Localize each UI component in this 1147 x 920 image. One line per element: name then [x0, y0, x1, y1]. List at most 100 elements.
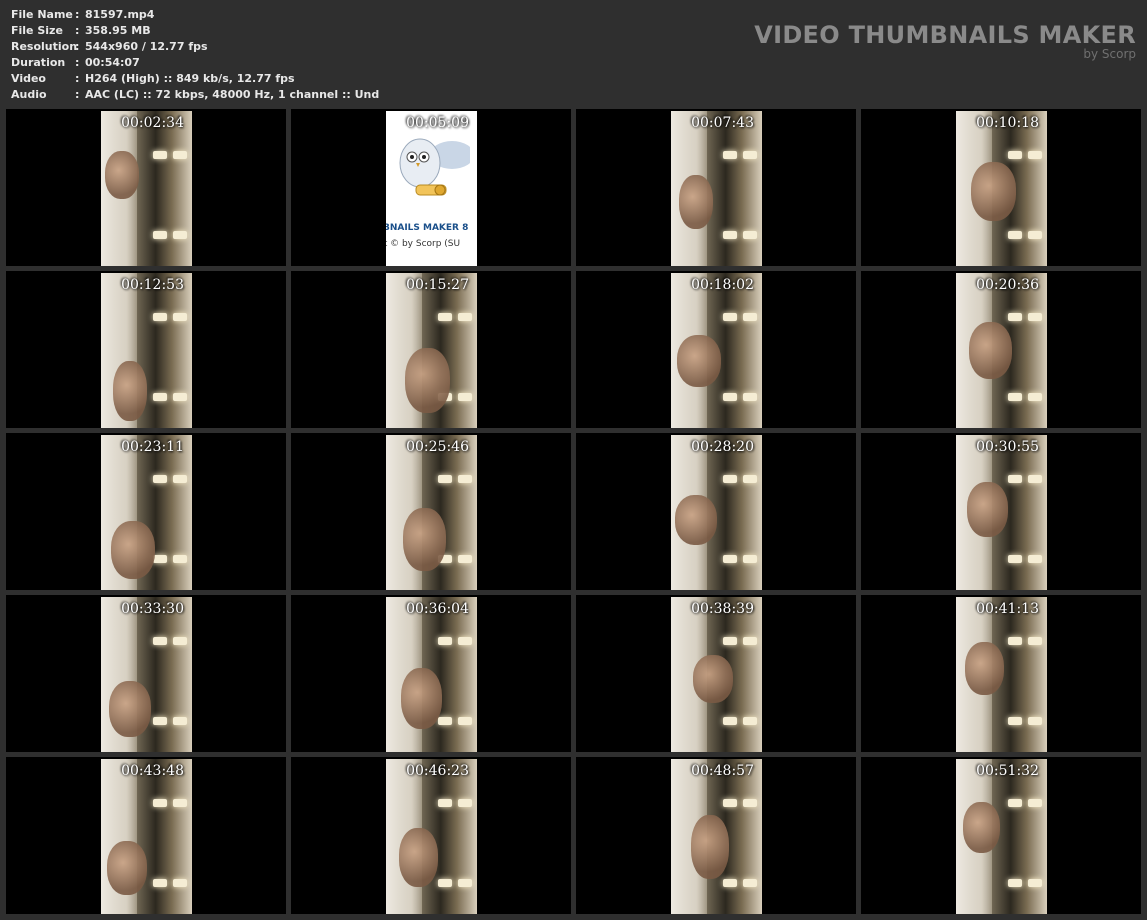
- frame-light: [458, 879, 472, 887]
- frame-light: [458, 637, 472, 645]
- timestamp-label: 00:25:46: [406, 439, 469, 455]
- frame-figure: [107, 841, 147, 895]
- info-key: Resolution: [11, 40, 78, 53]
- frame-light: [1028, 151, 1042, 159]
- frame-light: [173, 313, 187, 321]
- frame-light: [1008, 475, 1022, 483]
- thumbnail-cell[interactable]: 00:30:55: [861, 433, 1141, 590]
- thumbnail-cell[interactable]: 00:02:34: [6, 109, 286, 266]
- timestamp-label: 00:05:09: [406, 115, 469, 131]
- frame-light: [458, 717, 472, 725]
- info-separator: :: [75, 56, 80, 69]
- frame-light: [1028, 799, 1042, 807]
- frame-light: [723, 151, 737, 159]
- frame-light: [1008, 799, 1022, 807]
- info-row-video: Video : H264 (High) :: 849 kb/s, 12.77 f…: [11, 71, 379, 87]
- frame-light: [458, 799, 472, 807]
- info-row-audio: Audio : AAC (LC) :: 72 kbps, 48000 Hz, 1…: [11, 87, 379, 103]
- info-separator: :: [75, 8, 80, 21]
- thumbnail-cell[interactable]: 00:25:46: [291, 433, 571, 590]
- thumbnail-cell[interactable]: 00:43:48: [6, 757, 286, 914]
- frame-light: [458, 475, 472, 483]
- frame-light: [153, 637, 167, 645]
- thumbnail-cell[interactable]: 00:36:04: [291, 595, 571, 752]
- video-frame-image: 00:48:57: [671, 759, 762, 914]
- frame-light: [438, 799, 452, 807]
- thumbnail-cell[interactable]: 00:41:13: [861, 595, 1141, 752]
- thumbnail-cell[interactable]: 00:46:23: [291, 757, 571, 914]
- frame-light: [438, 475, 452, 483]
- brand-title: VIDEO THUMBNAILS MAKER: [754, 21, 1136, 49]
- frame-light: [173, 151, 187, 159]
- video-frame-image: 00:46:23: [386, 759, 477, 914]
- frame-light: [743, 313, 757, 321]
- thumbnail-cell[interactable]: 00:12:53: [6, 271, 286, 428]
- frame-light: [153, 393, 167, 401]
- thumbnail-cell[interactable]: 00:48:57: [576, 757, 856, 914]
- video-frame-image: 00:20:36: [956, 273, 1047, 428]
- info-separator: :: [75, 24, 80, 37]
- file-info-panel: File Name : 81597.mp4 File Size : 358.95…: [11, 7, 379, 103]
- frame-light: [723, 393, 737, 401]
- thumbnail-cell[interactable]: 00:51:32: [861, 757, 1141, 914]
- thumbnail-cell[interactable]: 00:20:36: [861, 271, 1141, 428]
- thumbnail-cell[interactable]: 00:28:20: [576, 433, 856, 590]
- thumbnail-cell[interactable]: 00:18:02: [576, 271, 856, 428]
- timestamp-label: 00:28:20: [691, 439, 754, 455]
- video-frame-image: 00:23:11: [101, 435, 192, 590]
- frame-light: [1008, 313, 1022, 321]
- video-frame-image: 00:30:55: [956, 435, 1047, 590]
- info-row-file-name: File Name : 81597.mp4: [11, 7, 379, 23]
- timestamp-label: 00:41:13: [976, 601, 1039, 617]
- video-frame-image: 00:07:43: [671, 111, 762, 266]
- video-frame-image: 00:33:30: [101, 597, 192, 752]
- timestamp-label: 00:10:18: [976, 115, 1039, 131]
- frame-figure: [677, 335, 721, 387]
- frame-light: [1008, 151, 1022, 159]
- timestamp-label: 00:30:55: [976, 439, 1039, 455]
- frame-light: [153, 555, 167, 563]
- frame-figure: [401, 668, 442, 729]
- thumbnail-cell[interactable]: 00:07:43: [576, 109, 856, 266]
- thumbnail-cell[interactable]: 00:10:18: [861, 109, 1141, 266]
- frame-figure: [971, 162, 1016, 221]
- frame-light: [438, 717, 452, 725]
- frame-light: [743, 879, 757, 887]
- frame-figure: [969, 322, 1012, 379]
- frame-light: [1028, 637, 1042, 645]
- thumbnail-cell[interactable]: 00:33:30: [6, 595, 286, 752]
- frame-figure: [679, 175, 713, 229]
- frame-figure: [399, 828, 438, 887]
- frame-light: [723, 475, 737, 483]
- thumbnail-cell[interactable]: 00:15:27: [291, 271, 571, 428]
- info-row-resolution: Resolution : 544x960 / 12.77 fps: [11, 39, 379, 55]
- info-value: 358.95 MB: [85, 24, 151, 37]
- frame-light: [173, 717, 187, 725]
- info-separator: :: [75, 88, 80, 101]
- frame-light: [723, 313, 737, 321]
- info-row-duration: Duration : 00:54:07: [11, 55, 379, 71]
- info-value: 544x960 / 12.77 fps: [85, 40, 208, 53]
- frame-light: [1008, 717, 1022, 725]
- video-frame-image: 00:41:13: [956, 597, 1047, 752]
- thumbnail-cell[interactable]: MBNAILS MAKER 8 nt © by Scorp (SU 00:05:09: [291, 109, 571, 266]
- frame-light: [458, 555, 472, 563]
- timestamp-label: 00:18:02: [691, 277, 754, 293]
- thumbnail-cell[interactable]: 00:23:11: [6, 433, 286, 590]
- video-frame-image: 00:28:20: [671, 435, 762, 590]
- timestamp-label: 00:46:23: [406, 763, 469, 779]
- video-frame-image: 00:18:02: [671, 273, 762, 428]
- frame-light: [153, 475, 167, 483]
- frame-light: [743, 151, 757, 159]
- thumbnail-cell[interactable]: 00:38:39: [576, 595, 856, 752]
- timestamp-label: 00:23:11: [121, 439, 184, 455]
- frame-light: [723, 231, 737, 239]
- timestamp-label: 00:20:36: [976, 277, 1039, 293]
- frame-figure: [693, 655, 733, 703]
- frame-figure: [965, 642, 1004, 695]
- frame-light: [723, 637, 737, 645]
- frame-light: [1028, 313, 1042, 321]
- info-key: Video: [11, 72, 46, 85]
- brand-subtitle: by Scorp: [1083, 47, 1136, 61]
- frame-light: [458, 393, 472, 401]
